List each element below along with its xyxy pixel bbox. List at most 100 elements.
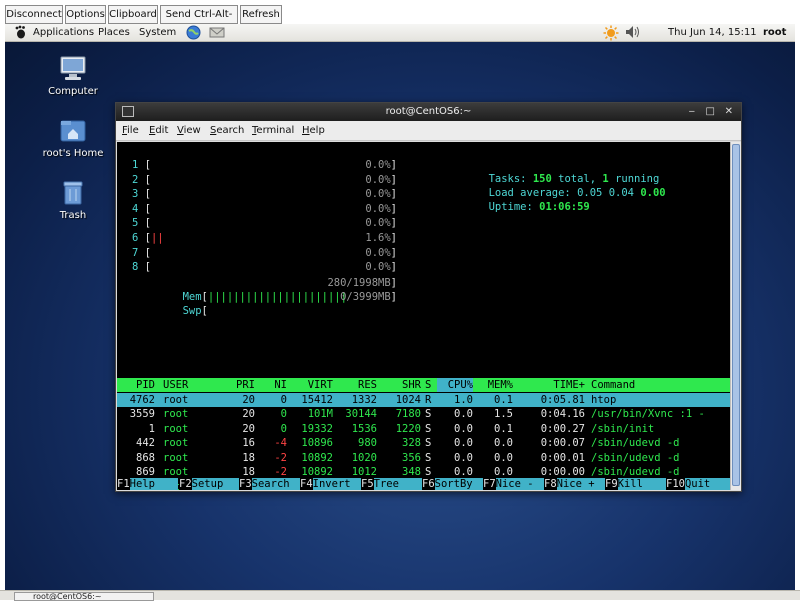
scrollbar-thumb[interactable] [732,144,740,486]
terminal-window-icon[interactable] [122,106,134,117]
refresh-button[interactable]: Refresh [240,5,282,24]
column-header-command[interactable]: Command [591,378,730,392]
clock[interactable]: Thu Jun 14, 15:11 [668,26,757,40]
column-header-ni[interactable]: NI [257,378,287,392]
process-cell-time: 0:04.16 [540,408,585,420]
disconnect-button[interactable]: Disconnect [5,5,63,24]
fkey-f7[interactable]: F7Nice - [483,478,545,490]
process-table-header[interactable]: PID USER PRI NI VIRT RES SHR S CPU% MEM% TIME+ Comm… [117,378,730,392]
fkey-number: F7 [483,478,496,490]
column-header-s[interactable]: S [425,378,435,392]
fkey-f8[interactable]: F8Nice + [544,478,606,490]
process-cell-virt: 19332 [301,422,333,435]
cpu-percent: 1.6% [365,232,391,244]
process-cell-cpu: 0.0 [454,451,473,464]
cpu-percent-wrap: 0.0%] [365,202,397,215]
terminal-screen[interactable]: 1 [0.0%] 2 [0.0%] 3 [0.0%] 4 [0.0%] 5 [0.0%]… [117,142,730,490]
process-cell-user: root [163,451,189,464]
menu-view[interactable]: View [177,125,201,137]
process-row[interactable]: 868 root 18 -2 10892 1020 356 S 0.0 0.0 0:00.01/sb… [117,451,730,466]
remote-desktop[interactable]: Applications Places System Thu Jun 14, 1… [5,24,795,590]
menu-search[interactable]: Search [210,125,244,137]
process-cell-shr: 1024 [395,393,421,406]
fkey-f4[interactable]: F4Invert [300,478,362,490]
desktop-icon-home[interactable]: root's Home [33,118,113,159]
desktop-icon-label: Trash [59,210,87,221]
process-cell-virt: 10896 [301,437,333,449]
desktop-icon-trash[interactable]: Trash [33,180,113,221]
column-header-pid[interactable]: PID [117,378,155,392]
column-header-res[interactable]: RES [333,378,377,392]
process-row[interactable]: 3559 root 20 0 101M 30144 7180 S 0.0 1.5 0:04.16/u… [117,407,730,422]
process-cell-res: 1332 [351,393,377,406]
terminal-window[interactable]: root@CentOS6:~ ‒ □ ✕ File Edit View Sear… [115,102,742,492]
process-row[interactable]: 1 root 20 0 19332 1536 1220 S 0.0 0.1 0:00.27/sbin… [117,422,730,437]
process-cell-pri: 20 [242,408,255,420]
process-cell-mem: 0.1 [494,422,513,435]
column-header-user[interactable]: USER [163,378,203,392]
fkey-label: Help [129,478,179,490]
terminal-scrollbar[interactable] [730,142,741,490]
column-header-time[interactable]: TIME+ [517,378,585,392]
places-menu[interactable]: Places [98,26,130,40]
fkey-label: Tree [373,478,423,490]
swp-meter: Swp[0/3999MB] [132,290,402,317]
menu-label-rest: dit [155,125,169,136]
function-key-bar: F1Help F2Setup F3Search F4Invert F5Tree F6Sor… [117,478,730,490]
column-header-mem[interactable]: MEM% [477,378,513,392]
process-row[interactable]: 442 root 16 -4 10896 980 328 S 0.0 0.0 0:00.07/sbi… [117,436,730,451]
mem-meter: Mem[|||||||||||||||||||||| 280/1998MB] [132,276,402,303]
process-cell-ni: -4 [274,437,287,449]
terminal-titlebar[interactable]: root@CentOS6:~ ‒ □ ✕ [116,103,741,121]
minimize-icon[interactable]: ‒ [689,103,695,121]
web-browser-icon[interactable] [185,25,201,41]
user-menu[interactable]: root [763,26,786,40]
mail-icon[interactable] [209,25,225,41]
process-cell-user: root [163,408,189,420]
fkey-f1[interactable]: F1Help [117,478,179,490]
fkey-f6[interactable]: F6SortBy [422,478,484,490]
clipboard-button[interactable]: Clipboard [108,5,158,24]
column-header-pri[interactable]: PRI [217,378,255,392]
process-cell-pid: 3559 [129,408,155,420]
process-cell-ni: 0 [280,408,287,420]
menu-terminal[interactable]: Terminal [252,125,294,137]
menu-file[interactable]: File [122,125,139,137]
process-cell-s: S [425,408,432,420]
fkey-number: F4 [300,478,313,490]
fkey-f9[interactable]: F9Kill [605,478,667,490]
fkey-f5[interactable]: F5Tree [361,478,423,490]
process-cell-shr: 328 [402,437,421,449]
column-header-cpu[interactable]: CPU% [437,378,473,392]
send-ctrl-alt-del-button[interactable]: Send Ctrl-Alt-Del [160,5,238,37]
column-header-shr[interactable]: SHR [377,378,421,392]
menu-help[interactable]: Help [302,125,325,137]
desktop-icon-label: root's Home [42,148,104,159]
process-cell-mem: 0.0 [494,437,513,449]
cpu-percent-wrap: 0.0%] [365,188,397,201]
fkey-label: SortBy [434,478,484,490]
volume-icon[interactable] [625,25,641,41]
process-cell-s: S [425,451,432,464]
process-row[interactable]: 4762 root 20 0 15412 1332 1024 R 1.0 0.1 0:05.81 ht… [117,392,730,407]
fkey-label: Setup [191,478,241,490]
update-notifier-icon[interactable] [603,25,619,41]
close-icon[interactable]: ✕ [725,103,733,121]
column-header-virt[interactable]: VIRT [287,378,333,392]
process-cell-cpu: 0.0 [454,408,473,420]
cpu-meter-6: 6 [|| 1.6%] [132,231,402,245]
fkey-f3[interactable]: F3Search [239,478,301,490]
applications-menu[interactable]: Applications [33,26,94,40]
system-menu[interactable]: System [139,26,176,40]
menu-edit[interactable]: Edit [149,125,168,137]
process-cell-ni: 0 [280,393,287,406]
desktop-icon-computer[interactable]: Computer [33,56,113,97]
maximize-icon[interactable]: □ [706,103,715,121]
fkey-number: F10 [666,478,685,490]
options-button[interactable]: Options [65,5,106,24]
gnome-foot-icon[interactable] [13,25,29,41]
fkey-f2[interactable]: F2Setup [179,478,241,490]
cpu-percent-wrap: 1.6%] [365,232,397,244]
process-cell-pid: 4762 [129,393,155,406]
fkey-f10[interactable]: F10Quit [666,478,730,490]
